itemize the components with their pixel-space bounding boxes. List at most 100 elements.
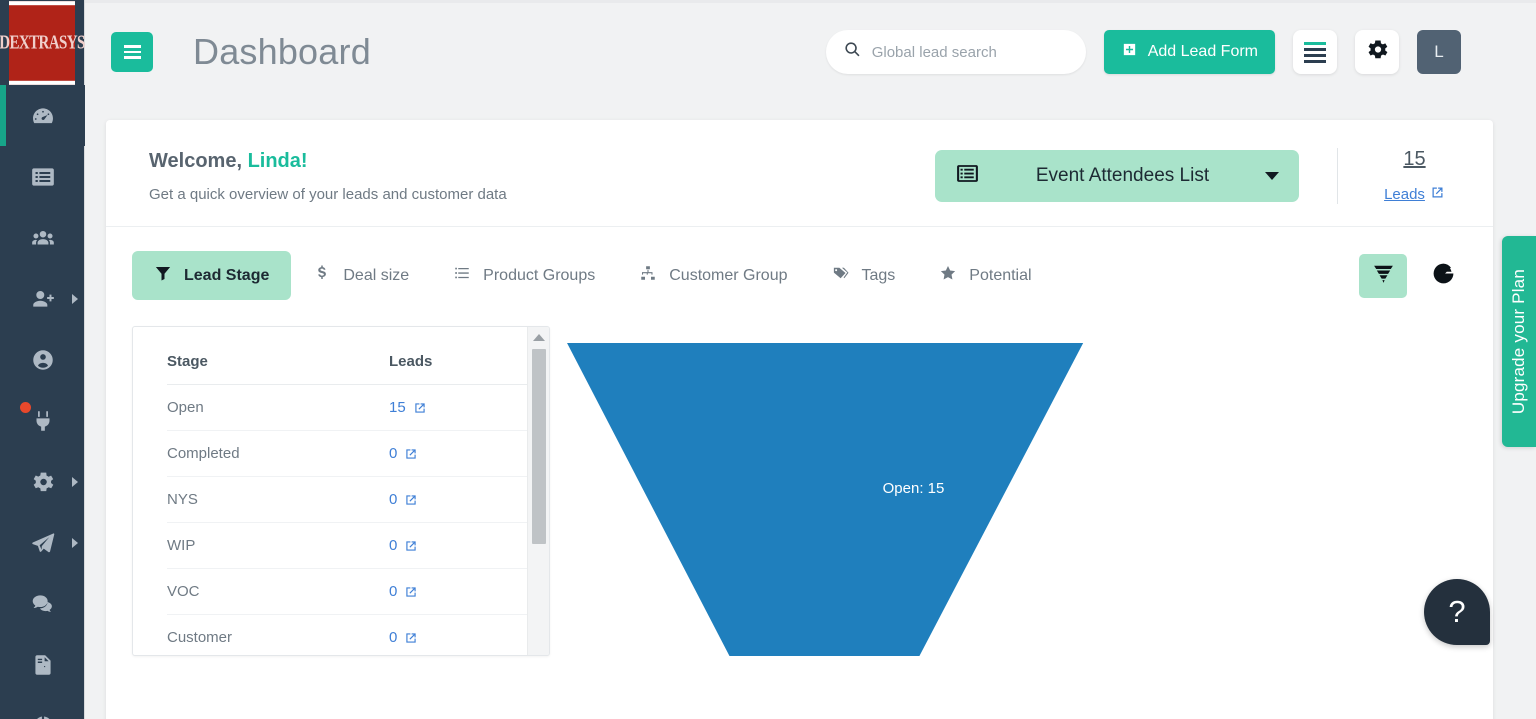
external-link-icon <box>406 448 417 459</box>
cell-stage: Completed <box>167 430 389 477</box>
tab-deal-size[interactable]: Deal size <box>291 251 431 300</box>
leads-value-link[interactable]: 0 <box>389 629 418 646</box>
tab-customer-group[interactable]: Customer Group <box>617 251 809 300</box>
topbar: Dashboard Add Lead Form <box>85 0 1536 104</box>
leads-value-link[interactable]: 0 <box>389 491 418 508</box>
leads-stat: 15 Leads <box>1337 148 1453 204</box>
chevron-right-icon <box>72 476 78 487</box>
avatar[interactable]: L <box>1417 30 1461 74</box>
sidebar-item-dashboard[interactable] <box>0 85 85 146</box>
leads-value: 0 <box>389 445 398 462</box>
sidebar-item-campaigns[interactable] <box>0 512 85 573</box>
cell-leads[interactable]: 0 <box>389 476 539 523</box>
welcome-heading: Welcome, Linda! <box>149 150 507 173</box>
funnel-chart-svg[interactable] <box>550 326 1467 656</box>
sidebar-item-leads-list[interactable] <box>0 146 85 207</box>
leads-value-link[interactable]: 0 <box>389 445 418 462</box>
leads-link-label: Leads <box>1384 186 1425 203</box>
stacked-line <box>1304 41 1326 45</box>
page-title: Dashboard <box>193 31 371 72</box>
burger-line <box>123 56 141 59</box>
leads-count[interactable]: 15 <box>1376 148 1453 171</box>
users-icon <box>30 225 56 251</box>
gear-icon <box>1365 37 1390 67</box>
funnel-chart-icon <box>1371 261 1396 291</box>
scrollbar-thumb[interactable] <box>532 349 546 544</box>
leads-value: 0 <box>389 629 398 646</box>
leads-value: 0 <box>389 537 398 554</box>
tab-potential[interactable]: Potential <box>917 251 1053 300</box>
leads-value-link[interactable]: 15 <box>389 399 427 416</box>
pie-chart-toggle[interactable] <box>1419 254 1467 298</box>
leads-value: 15 <box>389 399 406 416</box>
global-search[interactable] <box>825 30 1086 74</box>
stage-table-panel: Stage Leads Open 15 Completed 0 NYS 0 WI… <box>132 326 550 656</box>
upgrade-plan-tab[interactable]: Upgrade your Plan <box>1502 236 1536 447</box>
table-row: VOC 0 <box>167 568 539 615</box>
welcome-row: Welcome, Linda! Get a quick overview of … <box>106 120 1493 227</box>
sidebar-item-customers[interactable] <box>0 207 85 268</box>
leads-value-link[interactable]: 0 <box>389 583 418 600</box>
funnel-chart: Open: 15 <box>550 326 1467 656</box>
sidebar-item-profile[interactable] <box>0 329 85 390</box>
sidebar-item-chat[interactable] <box>0 573 85 634</box>
leads-value: 0 <box>389 583 398 600</box>
table-row: WIP 0 <box>167 522 539 569</box>
settings-button[interactable] <box>1355 30 1399 74</box>
stage-table-head: Stage Leads <box>167 341 539 385</box>
welcome-username: Linda! <box>247 149 308 172</box>
list-box-icon <box>30 164 56 190</box>
sidebar-item-reports[interactable] <box>0 695 85 719</box>
quick-list-button[interactable] <box>1293 30 1337 74</box>
sidebar-item-add-user[interactable] <box>0 268 85 329</box>
table-row: NYS 0 <box>167 476 539 523</box>
cell-leads[interactable]: 0 <box>389 522 539 569</box>
funnel-chart-toggle[interactable] <box>1359 253 1407 298</box>
external-link-icon <box>406 540 417 551</box>
tab-product-groups[interactable]: Product Groups <box>431 251 617 300</box>
tab-tags[interactable]: Tags <box>810 251 918 300</box>
tab-lead-stage[interactable]: Lead Stage <box>132 251 292 300</box>
tab-label: Potential <box>969 266 1032 284</box>
sidebar-toggle-button[interactable] <box>111 32 153 72</box>
funnel-segment-open[interactable] <box>567 343 1084 656</box>
metric-tabs: Lead Stage Deal size Product Groups Cust… <box>106 227 1493 300</box>
sidebar-item-settings[interactable] <box>0 451 85 512</box>
tab-label: Deal size <box>343 266 410 284</box>
chevron-right-icon <box>72 293 78 304</box>
cell-leads[interactable]: 0 <box>389 430 539 477</box>
add-lead-form-button[interactable]: Add Lead Form <box>1103 30 1275 74</box>
brand-logo[interactable]: DEXTRASYS <box>0 0 85 85</box>
table-scrollbar[interactable] <box>527 327 549 655</box>
welcome-text: Welcome, Linda! Get a quick overview of … <box>149 150 507 203</box>
scroll-up-arrow-icon[interactable] <box>532 334 545 341</box>
external-link-icon <box>406 494 417 505</box>
pie-chart-icon <box>30 713 56 719</box>
sidebar-item-invoices[interactable] <box>0 634 85 695</box>
cell-leads[interactable]: 15 <box>389 384 539 431</box>
sidebar-item-integrations[interactable] <box>0 390 85 451</box>
cell-leads[interactable]: 0 <box>389 614 539 655</box>
paper-plane-icon <box>30 530 56 556</box>
search-input[interactable] <box>871 43 1062 61</box>
tab-label: Tags <box>861 266 896 284</box>
plus-square-icon <box>1121 41 1138 63</box>
help-button[interactable]: ? <box>1424 579 1490 645</box>
leads-link[interactable]: Leads <box>1376 185 1453 204</box>
main-area: Dashboard Add Lead Form <box>85 0 1536 719</box>
tab-label: Lead Stage <box>184 266 270 284</box>
chevron-down-icon <box>1265 172 1279 180</box>
cell-leads[interactable]: 0 <box>389 568 539 615</box>
list-selector-dropdown[interactable]: Event Attendees List <box>935 150 1299 202</box>
topbar-actions: Add Lead Form L <box>825 30 1461 74</box>
dashboard-card: Welcome, Linda! Get a quick overview of … <box>106 120 1493 719</box>
chevron-right-icon <box>72 537 78 548</box>
burger-line <box>123 50 141 54</box>
search-icon <box>844 41 861 63</box>
list-box-icon <box>955 161 980 191</box>
funnel-icon <box>154 264 172 287</box>
leads-value-link[interactable]: 0 <box>389 537 418 554</box>
plug-icon <box>30 408 56 434</box>
pie-chart-icon <box>1431 261 1456 291</box>
external-link-icon <box>406 586 417 597</box>
